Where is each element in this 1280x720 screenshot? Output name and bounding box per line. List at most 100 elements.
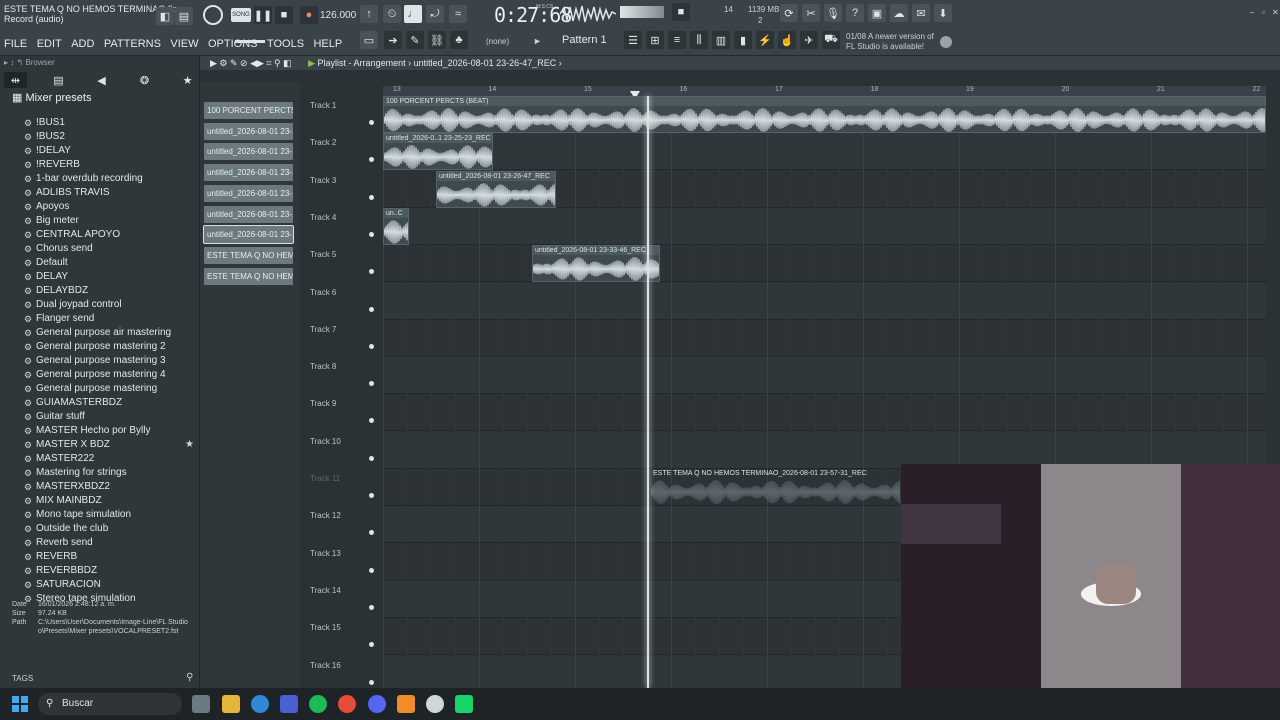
playlist-icon[interactable]: ☰ [624, 31, 642, 49]
preset-item[interactable]: ⚙ REVERB [0, 550, 200, 564]
pattern-clip-button[interactable]: untitled_2026-08-01 23-... [203, 225, 294, 245]
spotify-icon[interactable] [309, 695, 327, 713]
search-icon[interactable]: ⚲ [186, 672, 193, 683]
plug-icon[interactable]: ⚡ [756, 31, 774, 49]
track-header[interactable]: Track 9 [306, 394, 378, 431]
task-view-icon[interactable] [192, 695, 210, 713]
audio-clip[interactable]: untitled_2026-0..1 23-25-23_REC [383, 133, 493, 171]
track-lane[interactable] [383, 320, 1266, 357]
pencil-icon[interactable]: ✎ [406, 31, 424, 49]
preset-item[interactable]: ⚙ General purpose mastering 3 [0, 354, 200, 368]
preset-item[interactable]: ⚙ Outside the club [0, 522, 200, 536]
track-mute-dot[interactable] [369, 269, 374, 275]
kick-icon[interactable] [455, 695, 473, 713]
song-mode-button[interactable]: SONG [231, 8, 251, 22]
menu-tools[interactable]: TOOLS [267, 38, 304, 50]
bird-icon[interactable]: ✈ [800, 31, 818, 49]
track-header[interactable]: Track 12 [306, 506, 378, 543]
track-header[interactable]: Track 5 [306, 245, 378, 282]
piano-roll-icon[interactable]: ⊞ [646, 31, 664, 49]
channel-rack-icon[interactable]: ≡ [668, 31, 686, 49]
browser-speaker-tab-icon[interactable]: ◀ [90, 72, 113, 88]
track-header[interactable]: Track 10 [306, 432, 378, 469]
file-explorer-icon[interactable] [222, 695, 240, 713]
menu-patterns[interactable]: PATTERNS [104, 38, 161, 50]
preset-item[interactable]: ⚙ Dual joypad control [0, 298, 200, 312]
track-header[interactable]: Track 16 [306, 656, 378, 693]
update-text-1[interactable]: A newer version of [868, 32, 934, 41]
preset-item[interactable]: ⚙ Apoyos [0, 200, 200, 214]
pattern-clip-button[interactable]: untitled_2026-08-01 23-... [204, 143, 293, 161]
menu-add[interactable]: ADD [71, 38, 94, 50]
preset-item[interactable]: ⚙ !REVERB [0, 158, 200, 172]
close-icon[interactable]: ✕ [1272, 8, 1279, 17]
browser-nav-icon[interactable]: ▸ ↕ ↰ [4, 58, 25, 67]
track-mute-dot[interactable] [369, 418, 374, 424]
browser-plugins-tab-icon[interactable]: ❂ [133, 72, 156, 88]
browser-files-tab-icon[interactable]: ▤ [47, 72, 70, 88]
track-header[interactable]: Track 4 [306, 208, 378, 245]
audio-clip[interactable]: untitled_2026-08-01 23-33-46_REC [532, 245, 660, 283]
preset-item[interactable]: ⚙ MIX MAINBDZ [0, 494, 200, 508]
track-lane[interactable] [383, 245, 1266, 283]
track-mute-dot[interactable] [369, 455, 374, 461]
track-mute-dot[interactable] [369, 530, 374, 536]
preset-item[interactable]: ⚙ General purpose mastering [0, 382, 200, 396]
audio-clip[interactable]: 100 PORCENT PERCTS (BEAT) [383, 96, 1266, 133]
preset-item[interactable]: ⚙ General purpose air mastering [0, 326, 200, 340]
track-lane[interactable] [383, 394, 1266, 432]
main-volume-slider[interactable] [235, 40, 265, 43]
track-lane[interactable] [383, 357, 1266, 395]
track-mute-dot[interactable] [369, 493, 374, 498]
menu-help[interactable]: HELP [313, 38, 342, 50]
track-mute-dot[interactable] [369, 306, 374, 312]
track-header[interactable]: Track 1 [306, 96, 378, 133]
discord-icon[interactable] [368, 695, 386, 713]
microphone-icon[interactable]: 🎙 [824, 4, 842, 22]
refresh-icon[interactable]: ⟳ [780, 4, 798, 22]
pattern-clip-button[interactable]: ESTE TEMA Q NO HEMOS T... [204, 267, 293, 285]
menu-file[interactable]: FILE [4, 38, 27, 50]
windows-start-icon[interactable] [12, 696, 28, 712]
fl-studio-icon[interactable] [397, 695, 415, 713]
record-button[interactable]: ● [300, 6, 318, 24]
taskbar-search[interactable]: ⚲ Buscar [38, 693, 182, 715]
browser-all-tab-icon[interactable]: ⇹ [4, 72, 27, 88]
note-tool-icon[interactable]: ■ [672, 3, 690, 21]
metronome-knob-icon[interactable] [203, 5, 223, 25]
preset-item[interactable]: ⚙ !BUS2 [0, 130, 200, 144]
step-edit-icon[interactable]: ↑ [360, 5, 378, 23]
browser-icon[interactable]: ▥ [712, 31, 730, 49]
cut-icon[interactable]: ✂ [802, 4, 820, 22]
countdown-icon[interactable]: ♩ [404, 5, 422, 23]
preset-item[interactable]: ⚙ REVERBBDZ [0, 564, 200, 578]
snap-icon[interactable]: ▭ [360, 31, 378, 49]
audio-clip[interactable]: untitled_2026-08-01 23-26-47_REC [436, 170, 556, 208]
menu-edit[interactable]: EDIT [37, 38, 62, 50]
track-header[interactable]: Track 8 [306, 357, 378, 394]
track-mute-dot[interactable] [369, 642, 374, 648]
menu-view[interactable]: VIEW [170, 38, 198, 50]
track-mute-dot[interactable] [369, 343, 374, 349]
playhead[interactable] [647, 96, 649, 688]
track-lane[interactable] [383, 282, 1266, 320]
save-icon[interactable]: ▣ [868, 4, 886, 22]
link-icon[interactable]: ⛓ [428, 31, 446, 49]
preset-item[interactable]: ⚙ SATURACION [0, 578, 200, 592]
track-mute-dot[interactable] [369, 679, 374, 685]
pattern-selector[interactable]: Pattern 1 [562, 34, 607, 46]
preset-item[interactable]: ⚙ Mastering for strings [0, 466, 200, 480]
track-header[interactable]: Track 7 [306, 320, 378, 357]
preset-item[interactable]: ⚙ DELAYBDZ [0, 284, 200, 298]
timeline-ruler[interactable]: 13 14 15 16 17 18 19 20 21 22 [383, 86, 1266, 96]
plugin-icon[interactable]: ▮ [734, 31, 752, 49]
track-lane[interactable] [383, 133, 1266, 171]
track-mute-dot[interactable] [369, 381, 374, 387]
mixer-presets-folder[interactable]: ▦ Mixer presets [0, 90, 199, 106]
pattern-clip-button[interactable]: untitled_2026-08-01 23-... [204, 184, 293, 202]
preset-item[interactable]: ⚙ ADLIBS TRAVIS [0, 186, 200, 200]
track-header[interactable]: Track 13 [306, 544, 378, 581]
preset-item[interactable]: ⚙ Flanger send [0, 312, 200, 326]
audio-clip[interactable]: un..C [383, 207, 409, 245]
track-mute-dot[interactable] [369, 567, 374, 573]
